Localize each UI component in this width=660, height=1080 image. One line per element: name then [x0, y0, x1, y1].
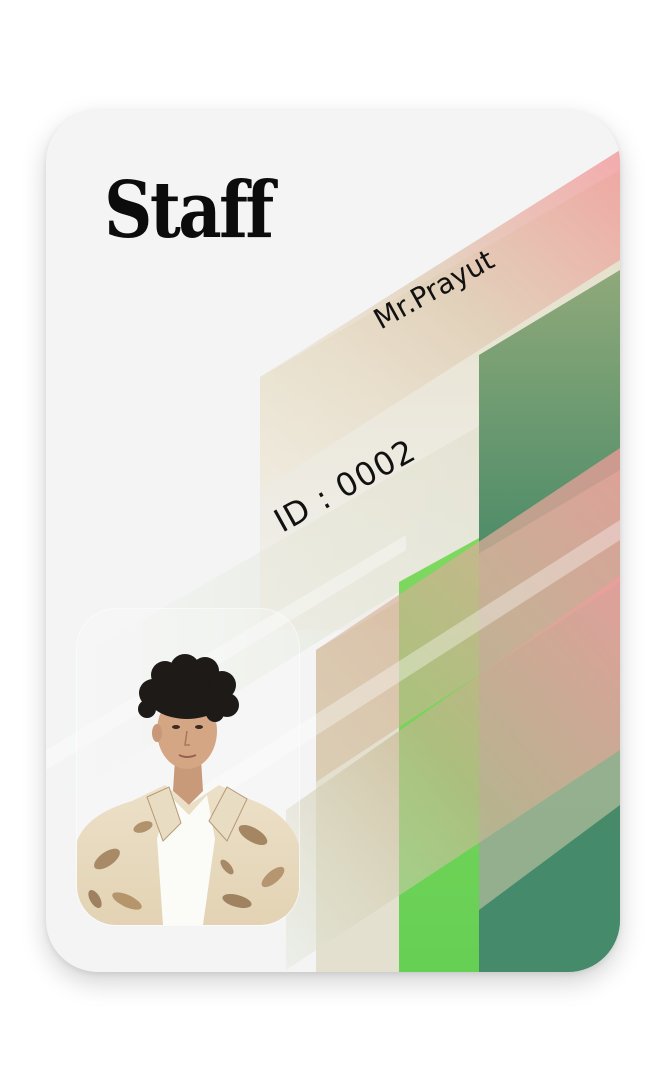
staff-photo-frame [76, 608, 300, 926]
staff-photo [77, 654, 299, 925]
card-role-title: Staff [104, 165, 274, 256]
staff-id-card: Staff Mr.Prayut ID : 0002 [46, 110, 620, 972]
page: Staff Mr.Prayut ID : 0002 [0, 0, 660, 1080]
